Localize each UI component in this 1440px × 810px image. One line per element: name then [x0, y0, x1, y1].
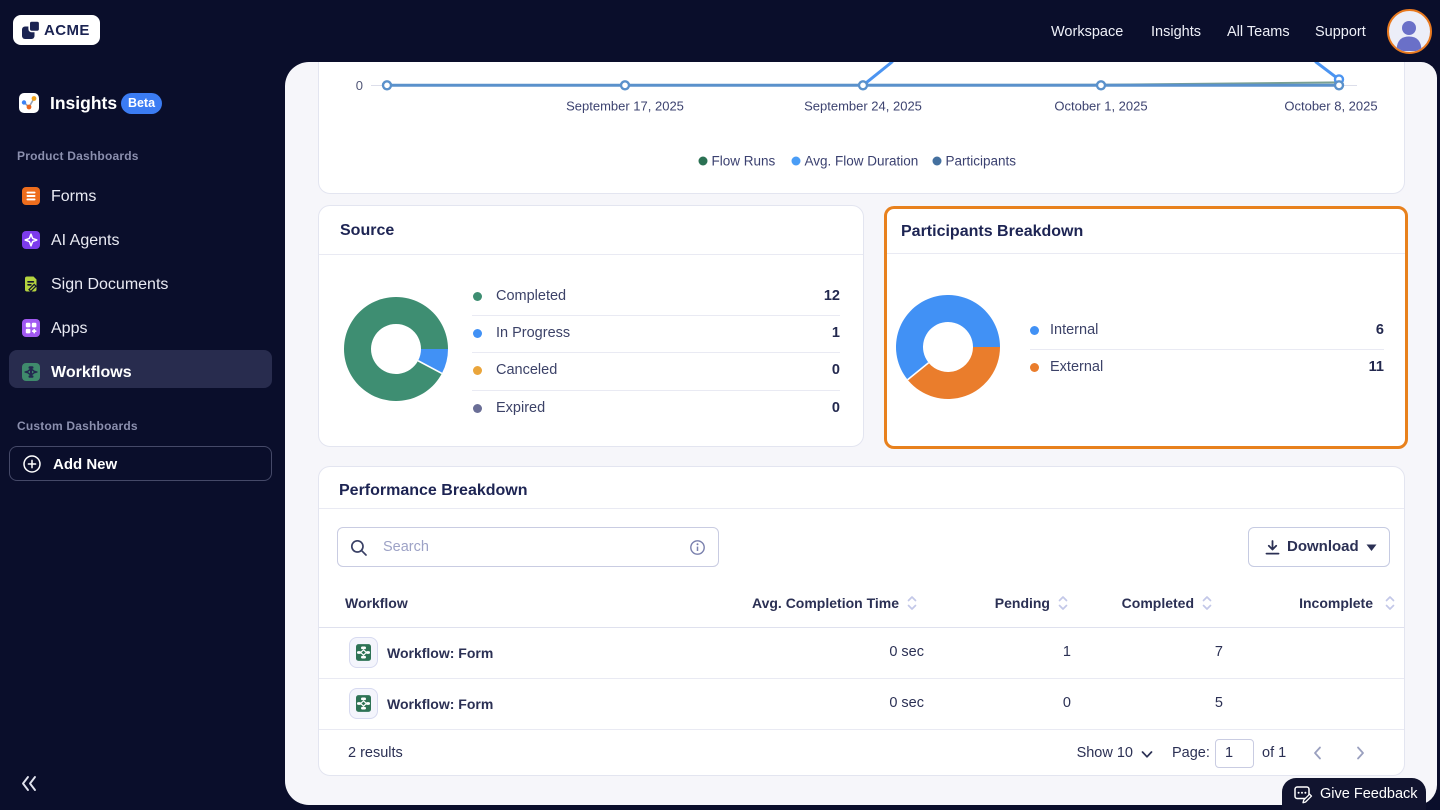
svg-text:Participants: Participants	[946, 154, 1017, 169]
svg-text:Flow Runs: Flow Runs	[712, 154, 776, 169]
svg-text:October 8, 2025: October 8, 2025	[1284, 99, 1377, 114]
svg-text:October 1, 2025: October 1, 2025	[1054, 99, 1147, 114]
svg-text:Avg. Flow Duration: Avg. Flow Duration	[805, 154, 919, 169]
svg-text:September 17, 2025: September 17, 2025	[566, 99, 684, 114]
svg-text:September 24, 2025: September 24, 2025	[804, 99, 922, 114]
svg-text:0: 0	[356, 78, 363, 93]
